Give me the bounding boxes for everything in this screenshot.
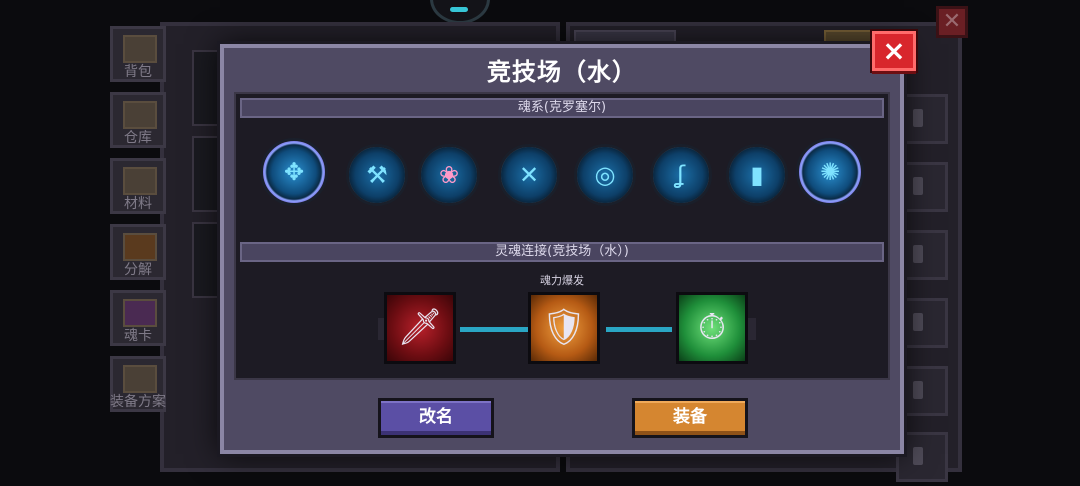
shield-orb-icon[interactable]: ▮ — [726, 144, 788, 206]
soul-glyph: ◎ — [594, 161, 616, 189]
ornate-skull-crest-icon[interactable]: ✺ — [796, 138, 864, 206]
hook-glyph-orb-icon[interactable]: ʆ — [650, 144, 712, 206]
green-clock-card-icon[interactable]: ⏱ — [676, 292, 748, 364]
soul-card-icon — [123, 299, 157, 327]
backpack-icon — [123, 35, 157, 63]
loadout-dialog: 竞技场（水） 魂系(克罗塞尔) ✥ ⚒ ❀ ✕ ◎ ʆ ▮ ✺ 灵魂连接(竞技场… — [220, 44, 904, 454]
card-glyph: 🗡 — [397, 307, 443, 348]
sidebar-tab-soul-card: 魂卡 — [110, 290, 166, 346]
soul-glyph: ʆ — [676, 161, 686, 189]
soul-glyph: ▮ — [750, 161, 764, 189]
soul-section-header: 魂系(克罗塞尔) — [240, 98, 884, 118]
card-glyph: ⏱ — [697, 307, 727, 348]
crossed-tools-orb-icon[interactable]: ✕ — [498, 144, 560, 206]
decompose-icon — [123, 233, 157, 261]
background-close-button: ✕ — [936, 6, 968, 38]
top-status-knob — [430, 0, 490, 24]
dialog-title: 竞技场（水） — [487, 58, 637, 86]
close-button[interactable]: × — [872, 31, 916, 71]
soul-glyph: ✥ — [283, 158, 305, 186]
ornate-water-swirl-icon[interactable]: ✥ — [260, 138, 328, 206]
orange-shield-card-icon[interactable]: 🛡 — [528, 292, 600, 364]
rename-button[interactable]: 改名 — [378, 398, 494, 438]
sidebar-tab-label: 装备方案 — [110, 394, 166, 410]
sidebar-tab-backpack: 背包 — [110, 26, 166, 82]
soul-glyph: ✺ — [819, 158, 841, 186]
sidebar-tab-decompose: 分解 — [110, 224, 166, 280]
pink-shell-orb-icon[interactable]: ❀ — [418, 144, 480, 206]
connector-label: 魂力爆发 — [540, 274, 584, 287]
sidebar-tab-label: 材料 — [124, 196, 152, 212]
loadout-content-panel: 魂系(克罗塞尔) ✥ ⚒ ❀ ✕ ◎ ʆ ▮ ✺ 灵魂连接(竞技场（水）) 魂力… — [234, 92, 890, 380]
link-line — [606, 327, 672, 332]
ring-orb-icon[interactable]: ◎ — [574, 144, 636, 206]
soul-glyph: ❀ — [438, 161, 460, 189]
card-socket-notch — [748, 318, 756, 340]
warehouse-icon — [123, 101, 157, 129]
sidebar-tab-label: 分解 — [124, 262, 152, 278]
sidebar-tab-equipment-plan: 装备方案 — [110, 356, 166, 412]
sidebar-tab-label: 仓库 — [124, 130, 152, 146]
close-icon: × — [882, 34, 906, 67]
blue-axe-orb-icon[interactable]: ⚒ — [346, 144, 408, 206]
red-dagger-card-icon[interactable]: 🗡 — [384, 292, 456, 364]
materials-icon — [123, 167, 157, 195]
equipment-plan-icon — [123, 365, 157, 393]
sidebar-tab-materials: 材料 — [110, 158, 166, 214]
soul-glyph: ⚒ — [366, 161, 388, 189]
sidebar-tab-label: 魂卡 — [124, 328, 152, 344]
soul-link-section-header: 灵魂连接(竞技场（水）) — [240, 242, 884, 262]
sidebar-tab-label: 背包 — [124, 64, 152, 80]
link-line — [460, 327, 528, 332]
sidebar-tab-warehouse: 仓库 — [110, 92, 166, 148]
soul-glyph: ✕ — [518, 161, 540, 189]
card-glyph: 🛡 — [541, 307, 587, 348]
equip-button[interactable]: 装备 — [632, 398, 748, 438]
